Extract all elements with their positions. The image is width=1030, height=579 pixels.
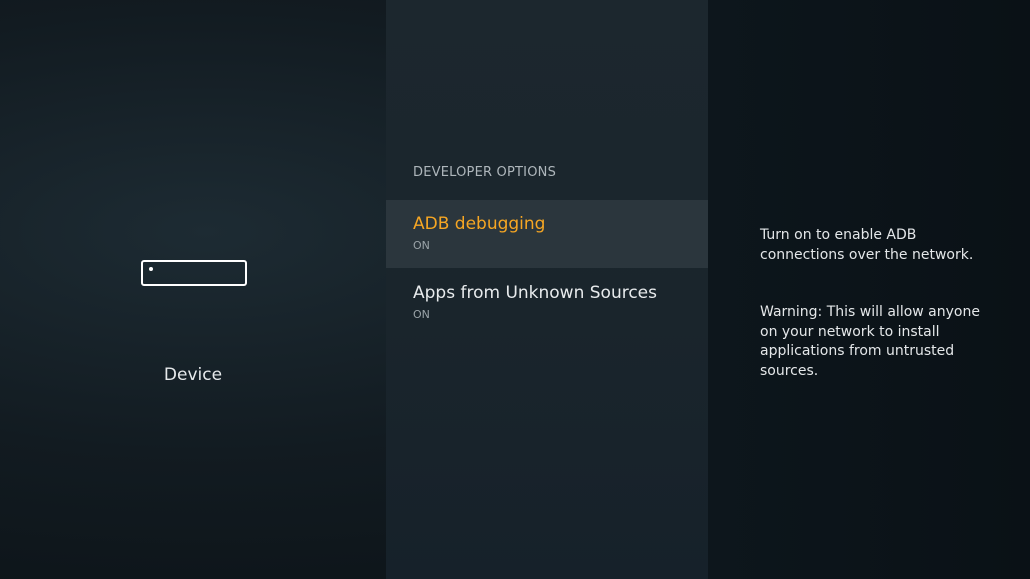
device-category-label: Device bbox=[163, 365, 223, 385]
options-panel: DEVELOPER OPTIONS ADB debugging ON Apps … bbox=[386, 0, 708, 579]
warning-text: Warning: This will allow anyone on your … bbox=[760, 304, 980, 379]
section-header: DEVELOPER OPTIONS bbox=[413, 165, 557, 180]
fire-tv-stick-icon bbox=[141, 260, 247, 286]
category-panel: Device bbox=[0, 0, 386, 579]
menu-item-title: ADB debugging bbox=[413, 214, 546, 234]
menu-item-unknown-sources[interactable]: Apps from Unknown Sources ON bbox=[386, 269, 708, 337]
menu-item-value: ON bbox=[413, 239, 430, 252]
menu-item-value: ON bbox=[413, 308, 430, 321]
menu-item-title: Apps from Unknown Sources bbox=[413, 283, 658, 303]
menu-item-adb-debugging[interactable]: ADB debugging ON bbox=[386, 200, 708, 268]
led-dot-icon bbox=[149, 267, 153, 271]
settings-screen: Device DEVELOPER OPTIONS ADB debugging O… bbox=[0, 0, 1030, 579]
description-panel: Turn on to enable ADB connections over t… bbox=[708, 0, 1030, 579]
description-text: Turn on to enable ADB connections over t… bbox=[760, 227, 974, 263]
